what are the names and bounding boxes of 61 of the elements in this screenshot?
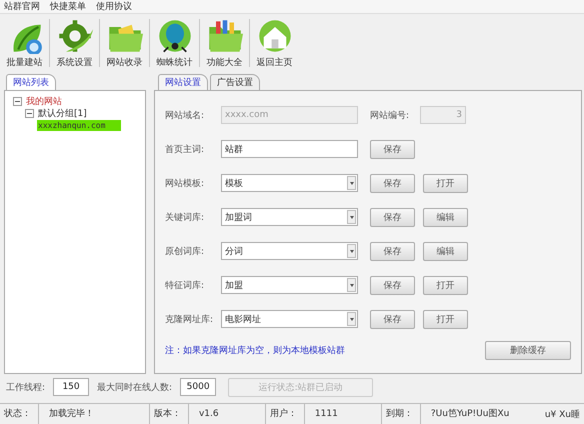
toolbar-button[interactable]: 系统设置 — [52, 16, 97, 70]
status-label: 状态： — [0, 404, 39, 424]
field-label: 网站域名: — [165, 110, 206, 122]
status-value: ?Uu笆YuP!Uu图Xu — [430, 408, 510, 421]
dropdown[interactable]: 加盟 — [221, 276, 358, 294]
menu-item[interactable]: 使用协议 — [96, 0, 132, 13]
field-label: 关键词库: — [165, 212, 206, 224]
input-field[interactable]: 5000 — [180, 378, 216, 396]
field-label: 网站编号: — [370, 110, 410, 122]
input-field[interactable]: 站群 — [221, 140, 358, 158]
note-text: 注：如果克隆网址库为空，则为本地模板站群 — [165, 344, 345, 357]
button[interactable]: 保存 — [370, 310, 415, 328]
menu-item[interactable]: 站群官网 — [4, 0, 40, 13]
status-value: 加载完毕！ — [38, 404, 150, 424]
collapse-icon[interactable] — [13, 96, 22, 106]
toolbar-button[interactable]: 蜘蛛统计 — [152, 16, 197, 70]
toolbar-button[interactable]: 批量建站 — [2, 16, 47, 70]
toolbar-button[interactable]: 功能大全 — [202, 16, 247, 70]
status-value: u¥ Xu睡 — [544, 408, 581, 420]
tab[interactable]: 网站列表 — [6, 74, 56, 90]
status-label: 到期： — [382, 404, 421, 424]
tree-item[interactable]: 默认分组[1] — [37, 106, 88, 120]
status-value: v1.6 — [188, 404, 266, 424]
button[interactable]: 打开 — [423, 276, 468, 294]
status-value: 1111 — [304, 404, 382, 424]
field-label: 克隆网址库: — [165, 314, 214, 326]
toolbar-button[interactable]: 返回主页 — [252, 16, 297, 70]
field-label: 网站模板: — [165, 178, 206, 190]
gear-icon — [56, 18, 92, 54]
field-label: 特征词库: — [165, 280, 206, 292]
dropdown[interactable]: 加盟词 — [221, 208, 358, 226]
input-field[interactable]: 150 — [53, 378, 90, 396]
dropdown[interactable]: 电影网址 — [221, 310, 358, 328]
bug-icon — [156, 18, 192, 54]
button[interactable]: 打开 — [423, 174, 468, 192]
button[interactable]: 保存 — [370, 208, 415, 226]
field-label: 工作线程: — [6, 382, 46, 394]
button[interactable]: 打开 — [423, 310, 468, 328]
delete-cache-button[interactable]: 删除缓存 — [485, 341, 571, 360]
field-label: 首页主词: — [165, 144, 206, 156]
field-label: 最大同时在线人数: — [97, 382, 172, 394]
tree-item[interactable]: xxxzhanqun.com — [37, 120, 122, 130]
toolbar-button[interactable]: 网站收录 — [102, 16, 147, 70]
menu-item[interactable]: 快捷菜单 — [50, 0, 86, 13]
button[interactable]: 保存 — [370, 242, 415, 260]
dropdown[interactable]: 分词 — [221, 242, 358, 260]
dropdown[interactable]: 模板 — [221, 174, 358, 192]
house-icon — [256, 18, 292, 54]
tab[interactable]: 网站设置 — [158, 74, 208, 90]
field-label: 原创词库: — [165, 246, 206, 258]
button[interactable]: 保存 — [370, 174, 415, 192]
status-label: 用户： — [266, 404, 305, 424]
button[interactable]: 保存 — [370, 140, 415, 158]
button[interactable]: 编辑 — [423, 208, 468, 226]
tree-item[interactable]: 我的网站 — [25, 94, 63, 108]
collapse-icon[interactable] — [25, 108, 34, 118]
button[interactable]: 保存 — [370, 276, 415, 294]
folder-icon — [206, 18, 242, 54]
tab[interactable]: 广告设置 — [210, 74, 260, 90]
button[interactable]: 编辑 — [423, 242, 468, 260]
status-label: 版本： — [150, 404, 189, 424]
